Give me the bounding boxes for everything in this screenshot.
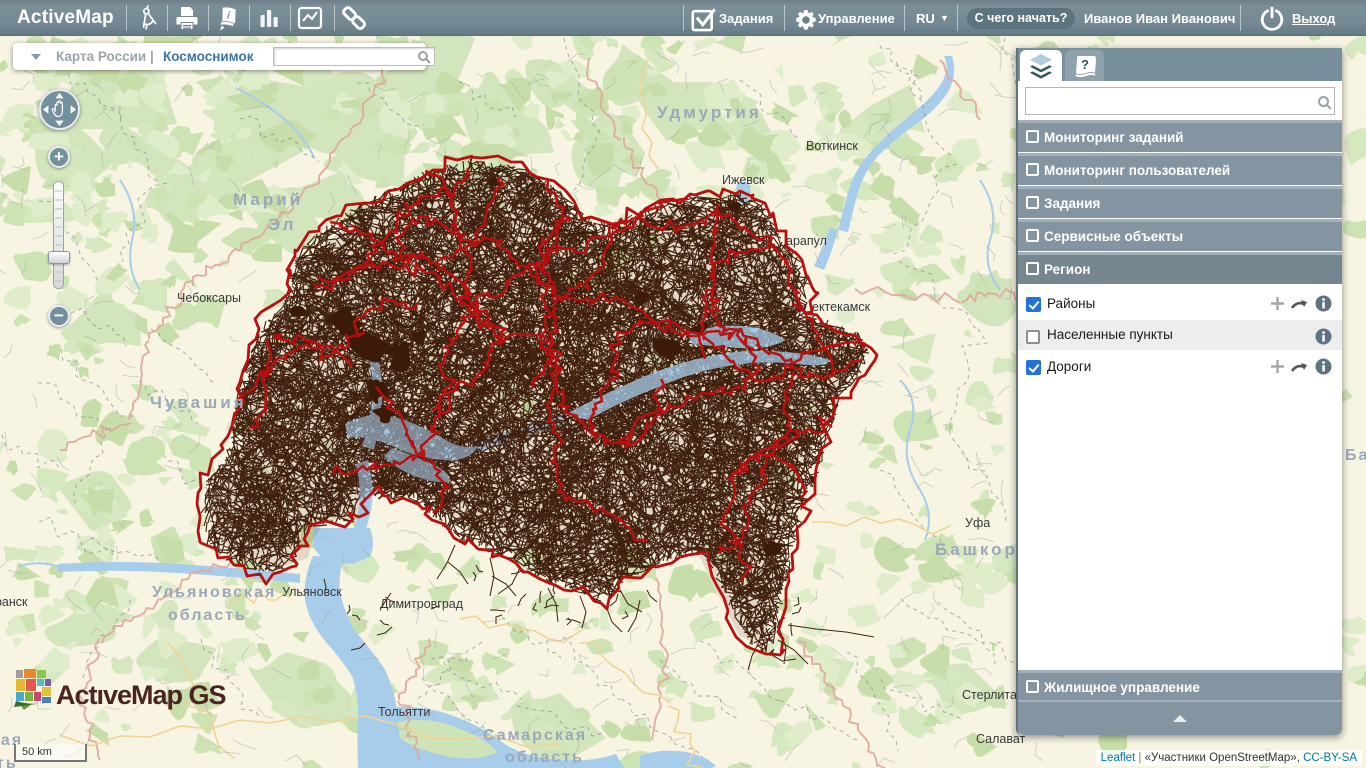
svg-text:Уфа: Уфа [965, 516, 990, 530]
svg-text:Ульяновск: Ульяновск [282, 585, 342, 599]
svg-text:Воткинск: Воткинск [806, 139, 858, 153]
svg-text:область: область [168, 607, 247, 624]
svg-text:Чебоксары: Чебоксары [177, 291, 241, 305]
svg-text:Димитровград: Димитровград [380, 597, 464, 611]
svg-text:арапул: арапул [786, 234, 827, 248]
svg-text:Чувашия: Чувашия [150, 393, 247, 412]
svg-text:Марий: Марий [233, 190, 303, 209]
svg-text:Самарская: Самарская [483, 727, 587, 744]
svg-text:Ульяновская: Ульяновская [152, 584, 276, 601]
svg-text:Удмуртия: Удмуртия [657, 103, 762, 122]
svg-text:?: ? [1081, 57, 1089, 72]
svg-text:аранск: аранск [0, 595, 28, 609]
svg-text:Башкорт: Башкорт [935, 540, 1029, 559]
svg-text:Ба: Ба [1345, 447, 1366, 464]
svg-text:область: область [505, 749, 584, 766]
svg-text:ектекамск: ектекамск [812, 300, 871, 314]
svg-text:Ижевск: Ижевск [722, 173, 765, 187]
svg-text:Эл: Эл [268, 215, 296, 234]
svg-text:Тольятти: Тольятти [378, 705, 430, 719]
